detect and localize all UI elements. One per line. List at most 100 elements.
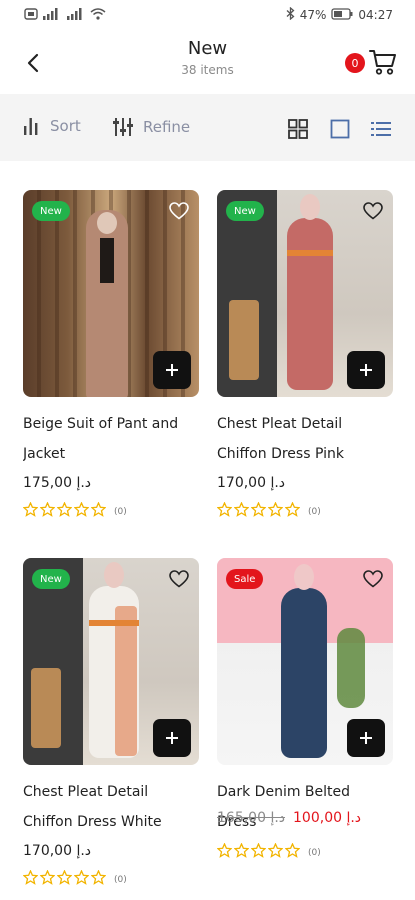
cart-icon bbox=[369, 50, 396, 75]
star-icon bbox=[250, 842, 267, 862]
old-price: 165,00 د.إ bbox=[217, 810, 286, 826]
cart-badge: 0 bbox=[345, 53, 365, 73]
add-to-cart-button[interactable] bbox=[153, 351, 191, 389]
wishlist-button[interactable] bbox=[361, 199, 385, 223]
price: 175,00 د.إ bbox=[23, 475, 92, 491]
status-bar: 47% 04:27 bbox=[0, 0, 415, 30]
add-to-cart-button[interactable] bbox=[347, 719, 385, 757]
star-icon bbox=[56, 501, 73, 521]
plant-prop bbox=[337, 628, 365, 708]
wishlist-button[interactable] bbox=[167, 199, 191, 223]
price: 170,00 د.إ bbox=[23, 843, 92, 859]
list-icon bbox=[371, 122, 391, 136]
star-icon bbox=[233, 501, 250, 521]
review-count: (0) bbox=[308, 847, 321, 858]
clock: 04:27 bbox=[358, 8, 393, 22]
model-head bbox=[294, 564, 314, 590]
product-card[interactable]: Sale Dark Denim Belted Dress 165,00 د.إ … bbox=[216, 558, 393, 862]
price-row: 170,00 د.إ bbox=[23, 840, 199, 862]
plus-icon bbox=[166, 364, 178, 376]
status-left bbox=[24, 7, 106, 23]
add-to-cart-button[interactable] bbox=[153, 719, 191, 757]
product-image[interactable]: New bbox=[23, 558, 199, 765]
heart-icon bbox=[169, 570, 189, 588]
product-name[interactable]: Beige Suit of Pant and Jacket bbox=[23, 409, 199, 469]
list-view-button[interactable] bbox=[370, 118, 392, 140]
star-icon bbox=[267, 501, 284, 521]
star-icon bbox=[216, 501, 233, 521]
star-icon bbox=[39, 869, 56, 889]
bluetooth-icon bbox=[286, 6, 295, 23]
refine-label: Refine bbox=[143, 118, 191, 136]
refine-button[interactable]: Refine bbox=[112, 116, 190, 138]
star-icon bbox=[73, 869, 90, 889]
star-icon bbox=[22, 869, 39, 889]
model-figure bbox=[287, 218, 333, 390]
star-icon bbox=[56, 869, 73, 889]
header: New 38 items 0 bbox=[0, 30, 415, 94]
rating: (0) bbox=[22, 869, 199, 889]
model-figure bbox=[281, 588, 327, 758]
heart-icon bbox=[169, 202, 189, 220]
wishlist-button[interactable] bbox=[167, 567, 191, 591]
product-name[interactable]: Chest Pleat Detail Chiffon Dress Pink bbox=[217, 409, 393, 469]
price-row: 175,00 د.إ bbox=[23, 472, 199, 494]
heart-icon bbox=[363, 202, 383, 220]
product-card[interactable]: New Beige Suit of Pant and Jacket 175,00… bbox=[22, 190, 199, 521]
star-icon bbox=[39, 501, 56, 521]
sliders-icon bbox=[113, 118, 133, 136]
heart-icon bbox=[363, 570, 383, 588]
review-count: (0) bbox=[308, 506, 321, 517]
star-icon bbox=[22, 501, 39, 521]
review-count: (0) bbox=[114, 506, 127, 517]
dress-print bbox=[115, 606, 137, 756]
star-icon bbox=[284, 501, 301, 521]
plus-icon bbox=[360, 732, 372, 744]
sort-button[interactable]: Sort bbox=[23, 116, 81, 136]
sort-label: Sort bbox=[50, 117, 81, 135]
plus-icon bbox=[360, 364, 372, 376]
price-row: 170,00 د.إ bbox=[217, 472, 393, 494]
price: 170,00 د.إ bbox=[217, 475, 286, 491]
cart-button[interactable]: 0 bbox=[345, 46, 397, 80]
model-belt bbox=[287, 250, 333, 256]
model-head bbox=[97, 212, 117, 234]
wishlist-button[interactable] bbox=[361, 567, 385, 591]
price-row: 165,00 د.إ 100,00 د.إ bbox=[217, 807, 393, 829]
add-to-cart-button[interactable] bbox=[347, 351, 385, 389]
sort-icon bbox=[24, 118, 38, 135]
single-view-button[interactable] bbox=[329, 118, 351, 140]
grid-view-button[interactable] bbox=[287, 118, 309, 140]
star-icon bbox=[250, 501, 267, 521]
product-name[interactable]: Chest Pleat Detail Chiffon Dress White bbox=[23, 777, 199, 837]
new-badge: New bbox=[32, 201, 70, 221]
signal-icon-2 bbox=[66, 7, 86, 23]
product-image[interactable]: Sale bbox=[217, 558, 393, 765]
battery-percent: 47% bbox=[299, 8, 327, 22]
star-icon bbox=[284, 842, 301, 862]
signal-icon bbox=[42, 7, 62, 23]
model-belt bbox=[89, 620, 139, 626]
sim-icon bbox=[24, 7, 38, 23]
product-image[interactable]: New bbox=[217, 190, 393, 397]
review-count: (0) bbox=[114, 874, 127, 885]
product-card[interactable]: New Chest Pleat Detail Chiffon Dress Whi… bbox=[22, 558, 199, 889]
toolbar: Sort Refine bbox=[0, 94, 415, 161]
star-icon bbox=[216, 842, 233, 862]
star-icon bbox=[233, 842, 250, 862]
new-badge: New bbox=[226, 201, 264, 221]
star-icon bbox=[90, 501, 107, 521]
rating: (0) bbox=[216, 501, 393, 521]
rating: (0) bbox=[216, 842, 393, 862]
model-head bbox=[104, 562, 124, 588]
status-right: 47% 04:27 bbox=[286, 6, 393, 23]
product-card[interactable]: New Chest Pleat Detail Chiffon Dress Pin… bbox=[216, 190, 393, 521]
sale-price: 100,00 د.إ bbox=[293, 810, 362, 826]
battery-icon bbox=[331, 7, 353, 23]
star-icon bbox=[90, 869, 107, 889]
model-top bbox=[100, 238, 114, 283]
star-icon bbox=[267, 842, 284, 862]
stool-prop bbox=[229, 300, 259, 380]
product-image[interactable]: New bbox=[23, 190, 199, 397]
single-square-icon bbox=[330, 119, 350, 139]
